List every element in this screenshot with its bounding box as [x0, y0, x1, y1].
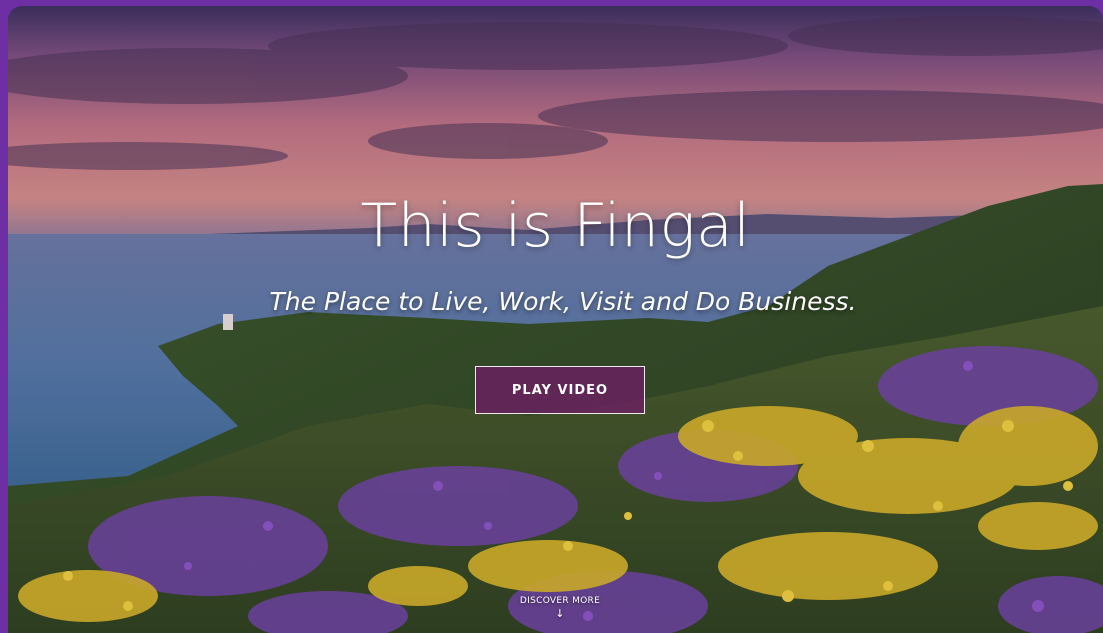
page-frame: This is Fingal The Place to Live, Work, …	[0, 0, 1103, 633]
discover-more-link[interactable]: DISCOVER MORE ↓	[505, 596, 615, 620]
arrow-down-icon: ↓	[555, 607, 565, 620]
hero-content: This is Fingal The Place to Live, Work, …	[8, 6, 1103, 633]
discover-more-label: DISCOVER MORE	[519, 596, 601, 606]
hero-title: This is Fingal	[360, 191, 751, 261]
play-video-button[interactable]: PLAY VIDEO	[475, 366, 645, 414]
hero-subtitle: The Place to Live, Work, Visit and Do Bu…	[269, 287, 857, 316]
hero-section: This is Fingal The Place to Live, Work, …	[8, 6, 1103, 633]
